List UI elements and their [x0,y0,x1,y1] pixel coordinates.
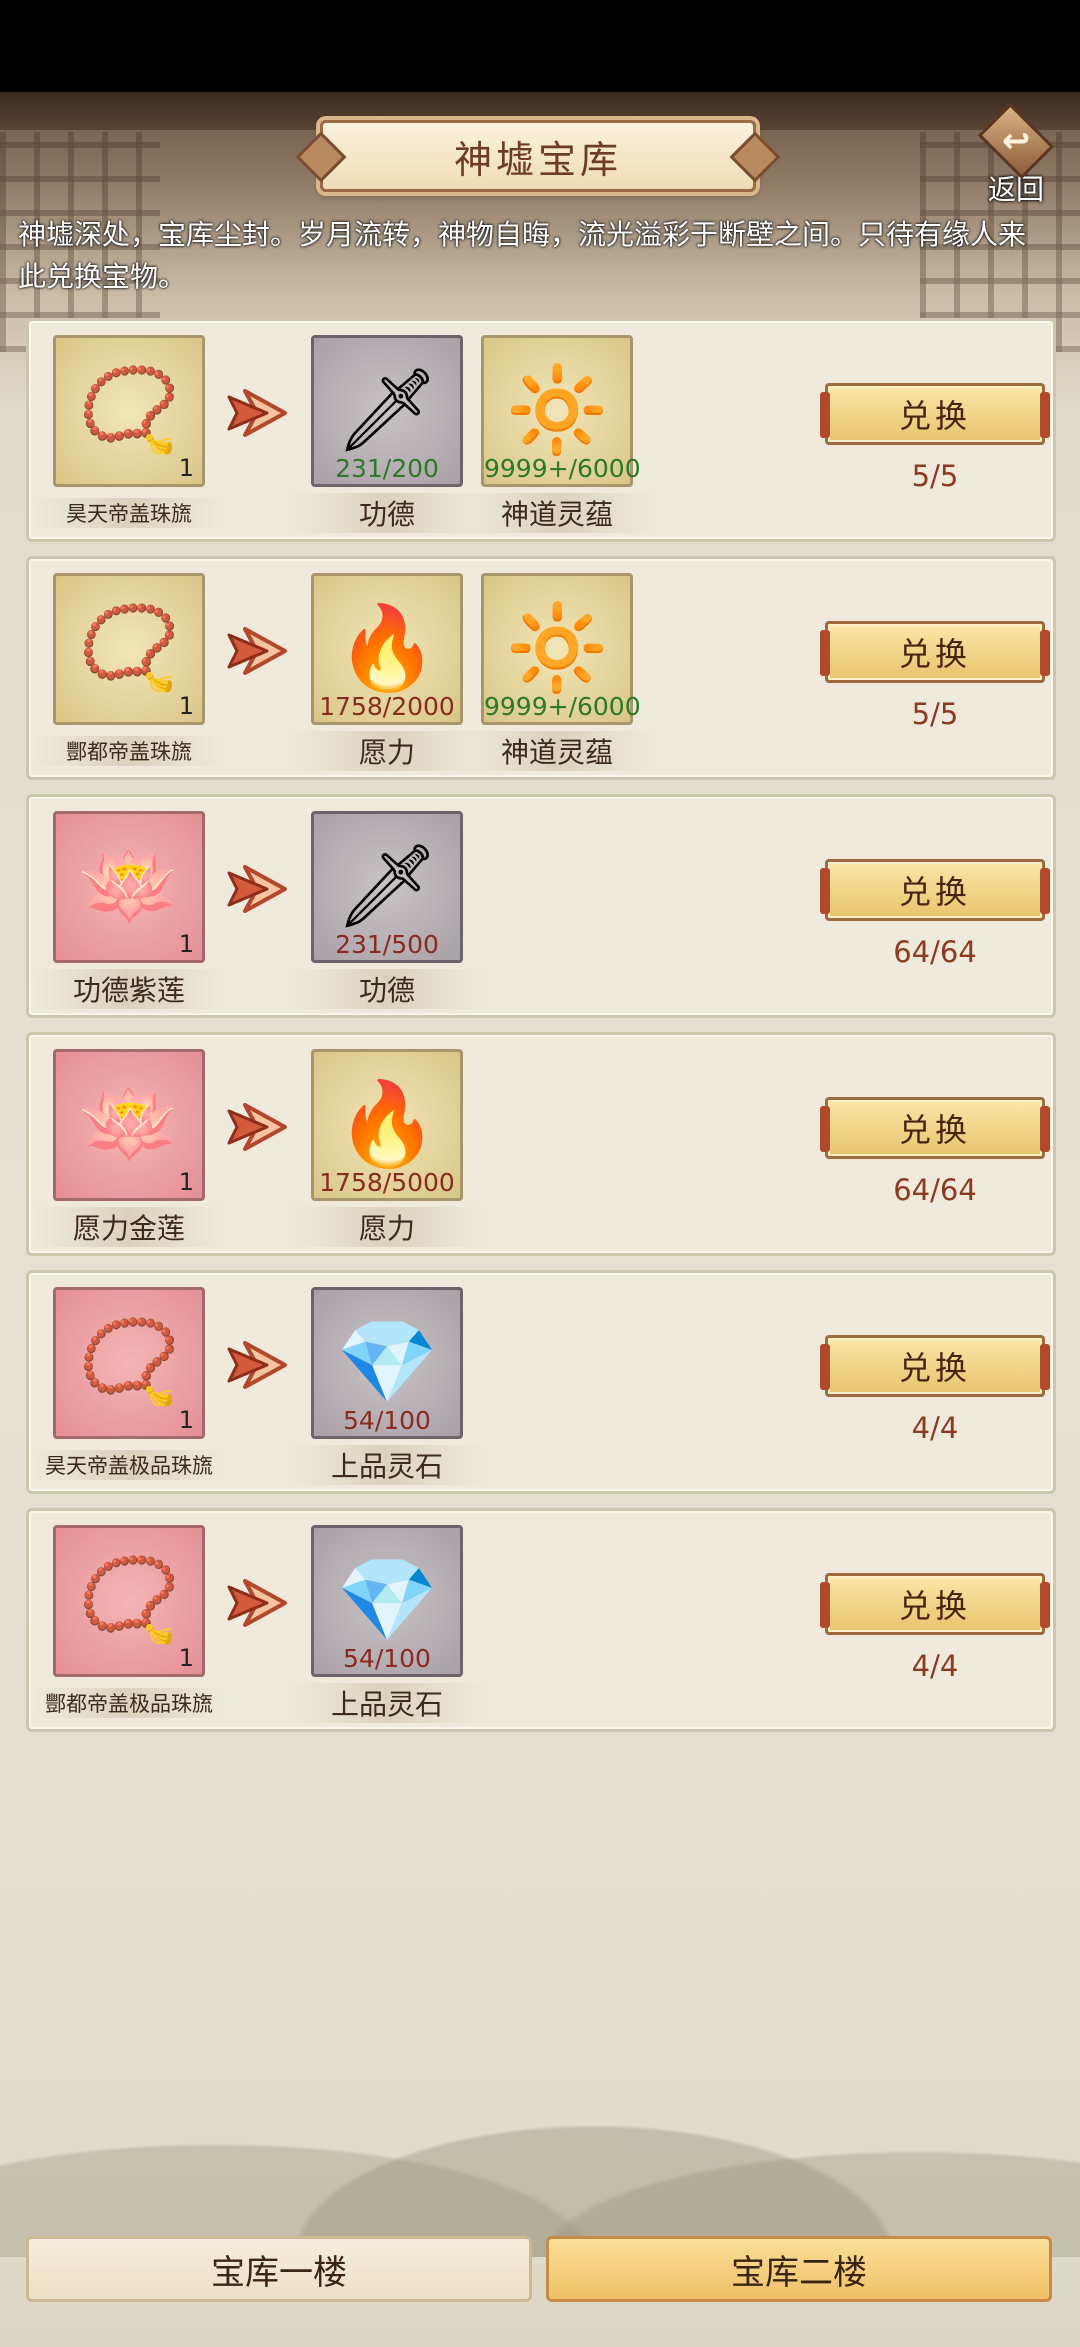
exchange-row: 📿 1 昊天帝盖极品珠旒 💎 54/100 上品灵石 兑换 4/4 [26,1270,1056,1494]
item-quantity: 1 [178,1644,194,1672]
cost-item-slot[interactable]: 🔆 9999+/6000 [481,335,641,487]
flame-altar-icon: 🔥 [335,1077,439,1172]
tab-floor-1[interactable]: 宝库一楼 [26,2236,532,2302]
status-bar [0,0,1080,92]
target-item-name: 功德紫莲 [33,969,225,1009]
target-item-slot[interactable]: 📿 1 [53,1287,205,1439]
exchange-button[interactable]: 兑换 [820,859,1050,921]
cost-count: 1758/5000 [319,1168,455,1197]
exchange-limit: 4/4 [911,1411,959,1445]
exchange-button[interactable]: 兑换 [820,1335,1050,1397]
exchange-button[interactable]: 兑换 [820,621,1050,683]
target-item-name: 酆都帝盖极品珠旒 [33,1688,225,1718]
cost-item-slot[interactable]: 🔥 1758/2000 [311,573,463,725]
turquoise-necklace-icon: 📿 [77,601,181,696]
floor-tabs: 宝库一楼 宝库二楼 [0,2236,1080,2306]
pearl-necklace-icon: 📿 [77,363,181,458]
exchange-arrow-icon [215,1573,295,1633]
target-item-slot[interactable]: 📿 1 [53,573,205,725]
cost-item-slot[interactable]: 🔆 9999+/6000 [481,573,641,725]
cost-item-name: 上品灵石 [291,1445,483,1485]
exchange-limit: 4/4 [911,1649,959,1683]
exchange-limit: 5/5 [911,697,959,731]
cost-count: 231/500 [335,930,439,959]
cost-item-name: 愿力 [291,731,483,771]
ink-mountains [0,1997,1080,2257]
exchange-row: 🪷 1 愿力金莲 🔥 1758/5000 愿力 兑换 64/64 [26,1032,1056,1256]
back-button[interactable]: ↩ 返回 [966,102,1066,208]
cost-count: 231/200 [335,454,439,483]
target-item-name: 昊天帝盖极品珠旒 [33,1450,225,1480]
title-banner: 神墟宝库 [320,120,756,192]
cost-item-name: 功德 [291,493,483,533]
cost-item-slot[interactable]: 💎 54/100 [311,1287,463,1439]
exchange-list: 📿 1 昊天帝盖珠旒 🗡 231/200 功德 🔆 9999+/6000 神道灵… [26,318,1056,1746]
jade-sword-icon: 🗡 [334,363,440,458]
target-item-name: 昊天帝盖珠旒 [33,498,225,528]
cost-item-name: 上品灵石 [291,1683,483,1723]
purple-spirit-stone-icon: 💎 [335,1553,439,1648]
exchange-arrow-icon [215,859,295,919]
item-quantity: 1 [178,692,194,720]
cost-item-slot[interactable]: 💎 54/100 [311,1525,463,1677]
cost-count: 1758/2000 [319,692,455,721]
cost-count: 9999+/6000 [484,454,641,483]
cost-item-name: 功德 [291,969,483,1009]
exchange-limit: 5/5 [911,459,959,493]
exchange-arrow-icon [215,621,295,681]
item-quantity: 1 [178,1406,194,1434]
exchange-button[interactable]: 兑换 [820,1573,1050,1635]
golden-lotus-icon: 🪷 [77,1077,181,1172]
exchange-arrow-icon [215,383,295,443]
target-item-slot[interactable]: 🪷 1 [53,811,205,963]
cost-item-slot[interactable]: 🗡 231/500 [311,811,463,963]
sapphire-necklace-icon: 📿 [77,1553,181,1648]
exchange-row: 📿 1 酆都帝盖珠旒 🔥 1758/2000 愿力 🔆 9999+/6000 神… [26,556,1056,780]
tab-floor-2[interactable]: 宝库二楼 [546,2236,1052,2302]
page-title: 神墟宝库 [453,137,622,182]
exchange-row: 🪷 1 功德紫莲 🗡 231/500 功德 兑换 64/64 [26,794,1056,1018]
cost-item-name: 神道灵蕴 [461,731,653,771]
target-item-name: 愿力金莲 [33,1207,225,1247]
exchange-limit: 64/64 [893,1173,977,1207]
golden-orb-icon: 🔆 [505,363,609,458]
target-item-slot[interactable]: 📿 1 [53,1525,205,1677]
golden-orb-icon: 🔆 [505,601,609,696]
item-quantity: 1 [178,454,194,482]
exchange-button[interactable]: 兑换 [820,383,1050,445]
cost-count: 9999+/6000 [484,692,641,721]
flame-altar-icon: 🔥 [335,601,439,696]
item-quantity: 1 [178,1168,194,1196]
purple-lotus-icon: 🪷 [77,839,181,934]
cost-count: 54/100 [343,1406,431,1435]
intro-text: 神墟深处，宝库尘封。岁月流转，神物自晦，流光溢彩于断壁之间。只待有缘人来此兑换宝… [18,218,1027,293]
exchange-arrow-icon [215,1097,295,1157]
exchange-row: 📿 1 昊天帝盖珠旒 🗡 231/200 功德 🔆 9999+/6000 神道灵… [26,318,1056,542]
purple-spirit-stone-icon: 💎 [335,1315,439,1410]
target-item-name: 酆都帝盖珠旒 [33,736,225,766]
exchange-row: 📿 1 酆都帝盖极品珠旒 💎 54/100 上品灵石 兑换 4/4 [26,1508,1056,1732]
jade-sword-icon: 🗡 [334,839,440,934]
cost-item-slot[interactable]: 🔥 1758/5000 [311,1049,463,1201]
ruby-necklace-icon: 📿 [77,1315,181,1410]
item-quantity: 1 [178,930,194,958]
exchange-limit: 64/64 [893,935,977,969]
cost-item-name: 神道灵蕴 [461,493,653,533]
cost-item-name: 愿力 [291,1207,483,1247]
target-item-slot[interactable]: 🪷 1 [53,1049,205,1201]
exchange-button[interactable]: 兑换 [820,1097,1050,1159]
cost-item-slot[interactable]: 🗡 231/200 [311,335,463,487]
exchange-arrow-icon [215,1335,295,1395]
cost-count: 54/100 [343,1644,431,1673]
target-item-slot[interactable]: 📿 1 [53,335,205,487]
